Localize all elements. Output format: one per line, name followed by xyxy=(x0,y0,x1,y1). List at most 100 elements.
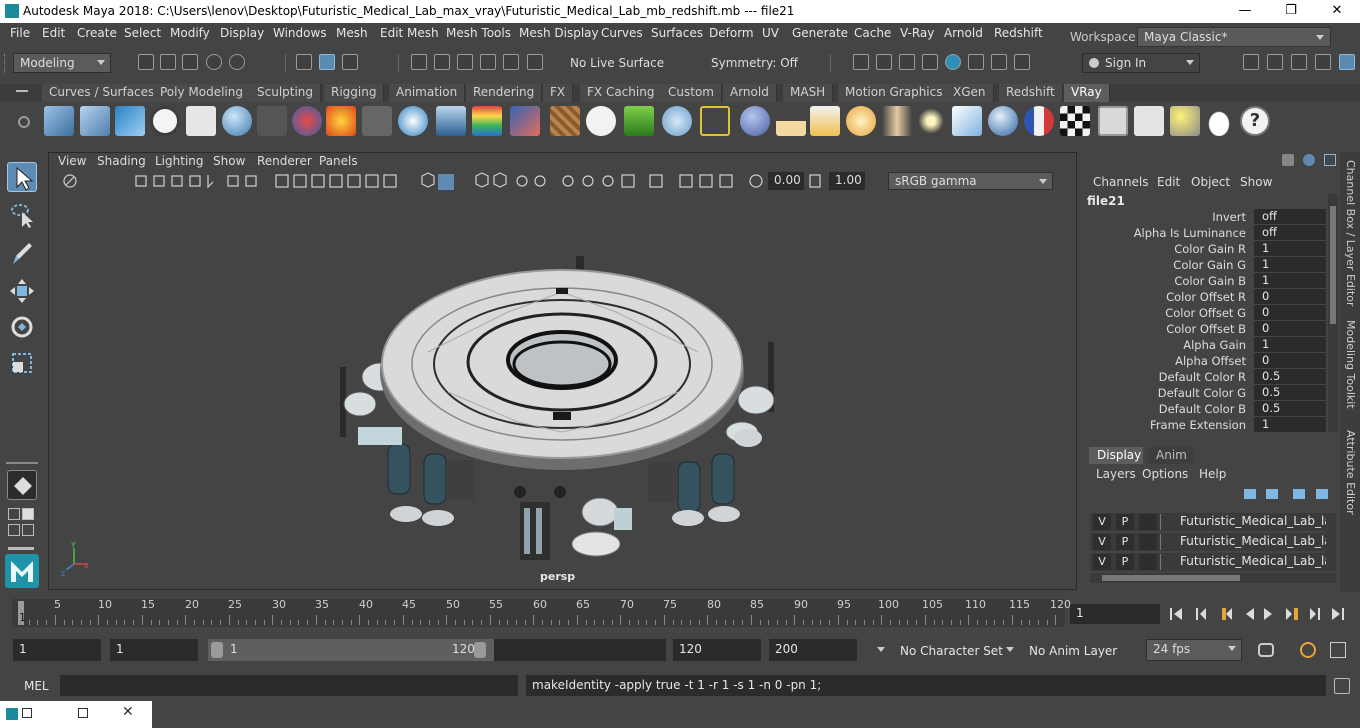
vray-camera-icon[interactable] xyxy=(257,106,287,136)
vray-fur-icon[interactable] xyxy=(510,106,540,136)
minimize-button[interactable]: — xyxy=(1222,0,1268,23)
channel-toggle-icon[interactable] xyxy=(1282,154,1294,166)
maximize-icon[interactable] xyxy=(78,708,88,718)
channel-sync-icon[interactable] xyxy=(1303,154,1315,166)
single-view-layout-icon[interactable] xyxy=(7,470,37,500)
menu-cache[interactable]: Cache xyxy=(854,26,891,40)
vray-render-elements-icon[interactable] xyxy=(1098,106,1128,136)
menu-modify[interactable]: Modify xyxy=(170,26,210,40)
layer-display-type-toggle[interactable] xyxy=(1139,534,1157,550)
paint-select-tool-icon[interactable] xyxy=(7,238,37,268)
vray-sun-icon[interactable] xyxy=(846,106,876,136)
redo-icon[interactable] xyxy=(229,54,245,70)
snap-curve-icon[interactable] xyxy=(434,54,450,70)
select-tool-icon[interactable] xyxy=(7,162,37,192)
side-tab-attribute-editor[interactable]: Attribute Editor xyxy=(1344,430,1357,515)
attr-value[interactable]: off xyxy=(1254,209,1326,224)
menu-curves[interactable]: Curves xyxy=(601,26,643,40)
gear-icon[interactable] xyxy=(18,116,30,128)
vray-render-icon[interactable] xyxy=(945,54,961,70)
maximize-button[interactable]: ❐ xyxy=(1268,0,1314,23)
tab-mash[interactable]: MASH xyxy=(783,84,834,102)
tab-motion-graphics[interactable]: Motion Graphics xyxy=(838,84,951,102)
attr-value[interactable]: 0.5 xyxy=(1254,401,1326,416)
snap-view-plane-icon[interactable] xyxy=(480,54,496,70)
vray-bulb-icon[interactable] xyxy=(1170,106,1200,136)
layer-scrollbar-vertical[interactable] xyxy=(1326,513,1336,571)
scale-tool-icon[interactable] xyxy=(7,348,37,378)
side-tab-channel-box[interactable]: Channel Box / Layer Editor xyxy=(1344,160,1357,307)
channel-box-icon[interactable] xyxy=(1339,54,1355,70)
vray-light-icon[interactable] xyxy=(44,106,74,136)
character-controls-icon[interactable] xyxy=(1267,54,1283,70)
layer-visibility-toggle[interactable]: V xyxy=(1093,534,1111,550)
undo-icon[interactable] xyxy=(206,54,222,70)
scene-start-field[interactable]: 1 xyxy=(13,639,101,661)
character-set-chevron-icon[interactable] xyxy=(877,647,885,652)
close-icon[interactable]: ✕ xyxy=(122,704,134,720)
menu-file[interactable]: File xyxy=(10,26,30,40)
menu-mesh-tools[interactable]: Mesh Tools xyxy=(446,26,511,40)
tab-fx[interactable]: FX xyxy=(543,84,574,102)
attr-value[interactable]: 0.5 xyxy=(1254,369,1326,384)
layer-display-type-toggle[interactable] xyxy=(1139,554,1157,570)
fps-dropdown[interactable]: 24 fps xyxy=(1146,639,1242,661)
menu-select[interactable]: Select xyxy=(124,26,161,40)
layer-row[interactable]: V P Futuristic_Medical_Lab_layer xyxy=(1090,513,1326,531)
grip-handle[interactable] xyxy=(4,54,7,74)
attr-value[interactable]: 1 xyxy=(1254,241,1326,256)
range-slider[interactable]: 1 120 xyxy=(208,639,666,661)
channels-object-menu[interactable]: Object xyxy=(1191,175,1230,189)
channel-expand-icon[interactable] xyxy=(1324,154,1336,166)
minimized-window[interactable]: ✕ xyxy=(0,701,152,728)
vray-globe-icon[interactable] xyxy=(740,106,770,136)
snap-point-icon[interactable] xyxy=(457,54,473,70)
vray-grass-icon[interactable] xyxy=(624,106,654,136)
tab-sculpting[interactable]: Sculpting xyxy=(250,84,322,102)
side-tab-modeling-toolkit[interactable]: Modeling Toolkit xyxy=(1344,320,1357,409)
two-view-layout-icon[interactable] xyxy=(8,524,20,536)
layer-move-down-icon[interactable] xyxy=(1266,489,1278,499)
menu-arnold[interactable]: Arnold xyxy=(944,26,983,40)
sign-in-button[interactable]: Sign In xyxy=(1082,53,1200,73)
layer-options-menu[interactable]: Options xyxy=(1142,467,1188,481)
render-frame-icon[interactable] xyxy=(876,54,892,70)
anim-layer-chevron-icon[interactable] xyxy=(1006,647,1014,652)
menu-surfaces[interactable]: Surfaces xyxy=(651,26,703,40)
scrollbar-thumb[interactable] xyxy=(1330,206,1336,324)
scrollbar-thumb[interactable] xyxy=(1102,575,1240,581)
playback-start-field[interactable]: 1 xyxy=(110,639,198,661)
ipr-render-icon[interactable] xyxy=(899,54,915,70)
menu-create[interactable]: Create xyxy=(77,26,117,40)
vray-material-icon[interactable] xyxy=(292,106,322,136)
redshift-render-icon[interactable] xyxy=(991,54,1007,70)
snap-grid-icon[interactable] xyxy=(411,54,427,70)
range-slider-bar[interactable]: 1 120 xyxy=(208,639,494,661)
viewport-menu-view[interactable]: View xyxy=(58,154,86,168)
layers-menu[interactable]: Layers xyxy=(1096,467,1136,481)
vray-fire-icon[interactable] xyxy=(326,106,356,136)
attr-value[interactable]: 1 xyxy=(1254,417,1326,432)
scene-end-field[interactable]: 200 xyxy=(769,639,857,661)
tab-fx-caching[interactable]: FX Caching xyxy=(580,84,663,102)
attr-value[interactable]: 0 xyxy=(1254,305,1326,320)
layer-playback-toggle[interactable]: P xyxy=(1116,534,1134,550)
script-language-label[interactable]: MEL xyxy=(24,679,49,693)
help-icon[interactable]: ? xyxy=(1240,106,1270,136)
viewport-menu-panels[interactable]: Panels xyxy=(319,154,358,168)
vray-curve-icon[interactable] xyxy=(700,106,730,136)
vray-particles-icon[interactable] xyxy=(662,106,692,136)
new-layer-icon[interactable] xyxy=(1293,489,1305,499)
vray-cloud-icon[interactable] xyxy=(1204,106,1234,136)
menu-mesh[interactable]: Mesh xyxy=(336,26,368,40)
four-view-layout-icon[interactable] xyxy=(8,508,20,520)
layer-scrollbar-horizontal[interactable] xyxy=(1090,573,1336,583)
menu-edit[interactable]: Edit xyxy=(42,26,65,40)
exposure-field[interactable]: 0.00 xyxy=(768,172,804,190)
layer-row[interactable]: V P Futuristic_Medical_Lab_layer xyxy=(1090,533,1326,551)
viewport-menu-show[interactable]: Show xyxy=(213,154,245,168)
layer-playback-toggle[interactable]: P xyxy=(1116,554,1134,570)
new-layer-selected-icon[interactable] xyxy=(1316,489,1328,499)
vray-spectrum-icon[interactable] xyxy=(472,106,502,136)
layer-row[interactable]: V P Futuristic_Medical_Lab_layer xyxy=(1090,553,1326,571)
